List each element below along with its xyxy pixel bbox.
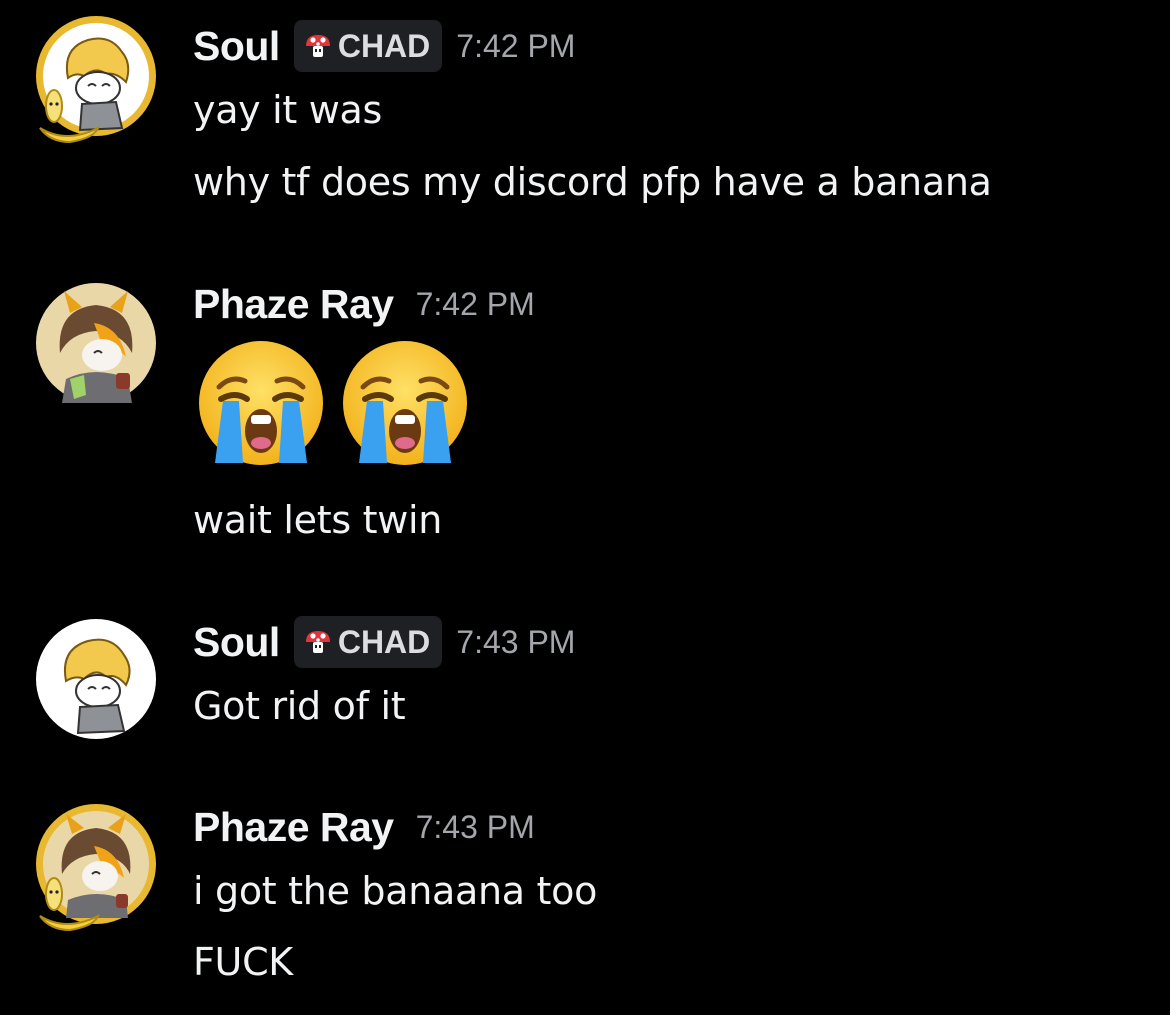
server-tag[interactable]: CHAD	[293, 616, 443, 668]
mushroom-icon	[305, 631, 330, 653]
message-text: FUCK	[193, 940, 293, 984]
timestamp: 7:42 PM	[415, 285, 535, 322]
username[interactable]: Soul	[193, 619, 280, 666]
timestamp: 7:42 PM	[456, 27, 576, 64]
server-tag[interactable]: CHAD	[293, 20, 443, 72]
soul-avatar-banana[interactable]	[36, 16, 156, 144]
message-header: Soul CHAD 7:43 PM	[193, 614, 575, 670]
emoji-row	[197, 339, 469, 467]
timestamp: 7:43 PM	[415, 808, 535, 845]
soul-avatar[interactable]	[36, 619, 156, 739]
username[interactable]: Phaze Ray	[193, 281, 394, 328]
username[interactable]: Phaze Ray	[193, 804, 394, 851]
message-text: i got the banaana too	[193, 869, 598, 913]
timestamp: 7:43 PM	[456, 623, 576, 660]
message-text: Got rid of it	[193, 684, 406, 728]
message-header: Phaze Ray 7:43 PM	[193, 799, 535, 855]
message-header: Soul CHAD 7:42 PM	[193, 18, 575, 74]
mushroom-icon	[305, 35, 330, 57]
message-text: why tf does my discord pfp have a banana	[193, 160, 992, 204]
message-header: Phaze Ray 7:42 PM	[193, 276, 535, 332]
tag-label: CHAD	[337, 27, 431, 64]
loudly-crying-face-emoji	[343, 341, 467, 465]
loudly-crying-face-emoji	[199, 341, 323, 465]
username[interactable]: Soul	[193, 23, 280, 70]
phaze-ray-avatar[interactable]	[36, 283, 156, 403]
message-text: wait lets twin	[193, 498, 443, 542]
phaze-ray-avatar-banana[interactable]	[36, 804, 156, 932]
message-text: yay it was	[193, 88, 383, 132]
tag-label: CHAD	[337, 623, 431, 660]
